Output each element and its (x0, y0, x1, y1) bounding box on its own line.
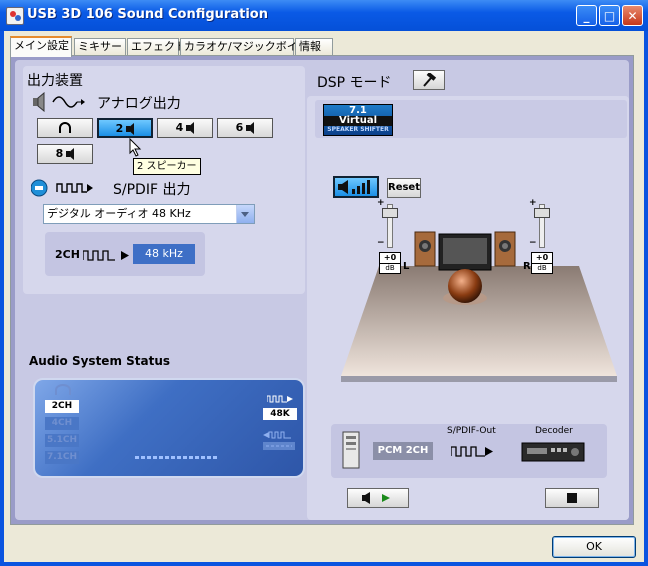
spdif-icon (31, 179, 93, 197)
right-gain-slider[interactable]: + − +0 dB (529, 198, 553, 276)
right-gain-unit: dB (531, 263, 553, 274)
left-minus-label: − (377, 238, 385, 248)
signal-chain: PCM 2CH S/PDIF-Out Decoder (331, 424, 607, 478)
spdif-info-box: 2CH 48 kHz (45, 232, 205, 276)
audio-status-title: Audio System Status (29, 354, 171, 368)
left-gain-slider[interactable]: + − +0 dB (377, 198, 401, 276)
status-ch-2: 2CH (45, 400, 79, 413)
close-button[interactable]: ✕ (622, 5, 643, 26)
output-section-title: 出力装置 (27, 73, 83, 89)
speaker-8-button[interactable]: 8 (37, 144, 93, 164)
speaker-6-button[interactable]: 6 (217, 118, 273, 138)
tab-panel: 出力装置 アナログ出力 2 4 6 8 2 スピーカー S/PDIF 出力 デジ… (10, 55, 634, 525)
badge-bottom: SPEAKER SHIFTER (327, 126, 389, 133)
speaker-tooltip: 2 スピーカー (133, 158, 201, 175)
spdif-wave-icon (451, 446, 493, 457)
spdif-output-label: S/PDIF 出力 (113, 182, 191, 198)
spdif-ch-label: 2CH (55, 248, 80, 261)
virtual-speaker-badge[interactable]: 7.1 Virtual SPEAKER SHIFTER (323, 104, 393, 136)
stop-icon (567, 493, 577, 503)
speaker-2-button[interactable]: 2 (97, 118, 153, 138)
stop-test-button[interactable] (545, 488, 599, 508)
status-ch-51: 5.1CH (45, 434, 79, 447)
client-area: メイン設定 ミキサー エフェクト カラオケ/マジックボイス 情報 出力装置 アナ… (4, 31, 644, 562)
spdif-format-select[interactable]: デジタル オーディオ 48 KHz (43, 204, 255, 224)
speaker-4-label: 4 (175, 121, 184, 134)
mouse-cursor-icon (129, 138, 142, 157)
tab-effects[interactable]: エフェクト (127, 38, 186, 55)
decoder-device-icon (521, 442, 585, 462)
tab-mixer[interactable]: ミキサー (74, 38, 126, 55)
output-device-panel: 出力装置 アナログ出力 2 4 6 8 2 スピーカー S/PDIF 出力 デジ… (23, 66, 305, 294)
chevron-down-icon[interactable] (236, 205, 254, 223)
speaker-level-button[interactable] (333, 176, 379, 198)
left-gain-unit: dB (379, 263, 401, 274)
play-test-button[interactable] (347, 488, 409, 508)
headphone-icon (59, 122, 71, 133)
headphone-button[interactable] (37, 118, 93, 138)
status-ch-4: 4CH (45, 417, 79, 430)
speaker-icon (186, 122, 195, 134)
reset-button[interactable]: Reset (387, 178, 421, 198)
maximize-button[interactable]: □ (599, 5, 620, 26)
speaker-8-label: 8 (55, 147, 64, 160)
dsp-mode-title: DSP モード (317, 75, 392, 91)
spdif-out-label: S/PDIF-Out (447, 426, 496, 436)
speaker-icon (126, 123, 135, 135)
speaker-4-button[interactable]: 4 (157, 118, 213, 138)
spdif-wave-icon (83, 250, 129, 261)
speaker-play-icon (362, 492, 390, 504)
tab-info[interactable]: 情報 (295, 38, 333, 55)
badge-mid: Virtual (324, 116, 392, 126)
analog-output-label: アナログ出力 (97, 96, 181, 112)
spdif-rate-display: 48 kHz (133, 244, 195, 264)
left-gain-thumb[interactable] (382, 208, 398, 218)
speaker-6-label: 6 (235, 121, 244, 134)
spdif-format-value: デジタル オーディオ 48 KHz (47, 207, 191, 220)
right-minus-label: − (529, 238, 537, 248)
right-plus-label: + (529, 198, 537, 208)
hammer-icon (423, 71, 437, 87)
dsp-settings-button[interactable] (413, 70, 445, 90)
spdif-in-icon (267, 395, 293, 403)
title-bar[interactable]: USB 3D 106 Sound Configuration _ □ ✕ (0, 0, 648, 31)
dsp-panel: 7.1 Virtual SPEAKER SHIFTER Reset + − +0… (307, 96, 629, 520)
spdif-out-icon (263, 431, 295, 450)
right-gain-thumb[interactable] (534, 208, 550, 218)
level-meter (135, 456, 217, 459)
decoder-label: Decoder (535, 426, 573, 436)
window-title: USB 3D 106 Sound Configuration (27, 7, 268, 22)
status-ch-71: 7.1CH (45, 451, 79, 464)
tab-karaoke[interactable]: カラオケ/マジックボイス (180, 38, 308, 55)
left-channel-label: L (403, 261, 410, 272)
app-icon (6, 7, 24, 25)
ok-button[interactable]: OK (552, 536, 636, 558)
minimize-button[interactable]: _ (576, 5, 597, 26)
left-plus-label: + (377, 198, 385, 208)
right-channel-label: R (523, 261, 531, 272)
dsp-mode-strip: 7.1 Virtual SPEAKER SHIFTER (315, 100, 637, 138)
tab-main-settings[interactable]: メイン設定 (10, 36, 72, 57)
pcm-format-badge: PCM 2CH (373, 442, 433, 460)
speaker-icon (246, 122, 255, 134)
app-window: USB 3D 106 Sound Configuration _ □ ✕ メイン… (0, 0, 648, 566)
computer-tower-icon (342, 431, 360, 469)
speaker-2-label: 2 (115, 122, 124, 135)
audio-status-display: 2CH 4CH 5.1CH 7.1CH 48K (33, 378, 305, 478)
headphone-icon (55, 384, 71, 395)
status-rate: 48K (263, 408, 297, 420)
analog-speaker-icon (33, 92, 85, 112)
speaker-level-icon (338, 180, 370, 194)
speaker-icon (66, 148, 75, 160)
main-settings-panel: 出力装置 アナログ出力 2 4 6 8 2 スピーカー S/PDIF 出力 デジ… (15, 60, 629, 520)
